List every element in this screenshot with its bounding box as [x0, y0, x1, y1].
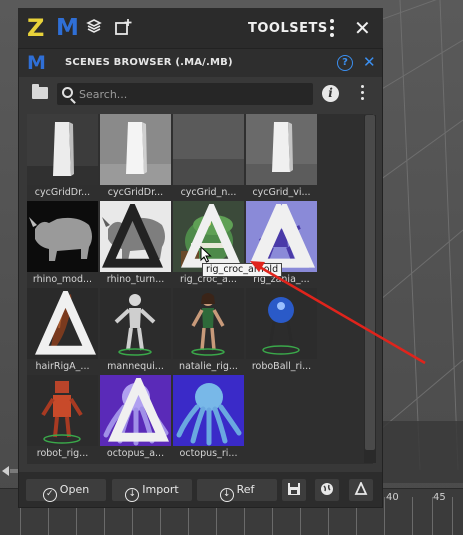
- scene-label: cycGridDr...: [34, 187, 91, 198]
- toolsets-bar: Z M TOOLSETS ✕: [18, 8, 383, 48]
- bottom-toolbar: ✓ Open ↓ Import ↓ Ref: [19, 472, 382, 507]
- scrollbar-thumb[interactable]: [365, 115, 375, 450]
- scene-label: cycGridDr...: [107, 187, 164, 198]
- scene-label: natalie_rig...: [179, 361, 238, 372]
- scene-label: octopus_ri...: [179, 448, 238, 459]
- scene-thumbnail[interactable]: [27, 201, 98, 272]
- scene-thumbnail[interactable]: [27, 288, 98, 359]
- more-vert-icon[interactable]: [328, 19, 336, 39]
- new-window-icon[interactable]: [113, 18, 133, 38]
- import-button-label: Import: [142, 483, 179, 496]
- ref-button-label: Ref: [236, 483, 255, 496]
- scene-label: cycGrid_n...: [180, 187, 237, 198]
- tile-tooltip: rig_croc_arnold: [202, 263, 283, 277]
- check-circle-icon: ✓: [42, 488, 57, 502]
- import-button[interactable]: ↓ Import: [112, 479, 192, 502]
- timeline-left-arrow[interactable]: [2, 466, 9, 476]
- browser-title: SCENES BROWSER (.MA/.MB): [65, 57, 233, 68]
- scene-thumbnail[interactable]: [100, 375, 171, 446]
- scene-tile[interactable]: mannequi...: [100, 288, 171, 373]
- more-vert-icon[interactable]: [359, 85, 365, 103]
- arnold-button[interactable]: [349, 479, 373, 501]
- scene-label: rhino_turn...: [106, 274, 165, 285]
- close-icon[interactable]: ✕: [363, 53, 376, 71]
- open-button-label: Open: [59, 483, 90, 496]
- info-icon[interactable]: i: [322, 85, 339, 102]
- search-box[interactable]: [57, 83, 313, 105]
- scene-label: roboBall_ri...: [251, 361, 312, 372]
- scene-tile[interactable]: cycGridDr...: [100, 114, 171, 199]
- scene-thumbnail[interactable]: [173, 375, 244, 446]
- scene-thumbnail[interactable]: [100, 114, 171, 185]
- scene-thumbnail[interactable]: [246, 288, 317, 359]
- save-button[interactable]: [282, 479, 306, 501]
- search-icon: [62, 87, 73, 98]
- scene-tile[interactable]: rhino_mod...: [27, 201, 98, 286]
- scene-thumbnail[interactable]: [173, 288, 244, 359]
- arnold-icon: [35, 291, 96, 355]
- globe-button[interactable]: [315, 479, 339, 501]
- browser-header: M SCENES BROWSER (.MA/.MB) ? ✕: [19, 49, 382, 77]
- shelf-icon[interactable]: [84, 18, 104, 38]
- toolsets-title: TOOLSETS: [248, 21, 328, 36]
- maya-m-logo[interactable]: M: [56, 16, 79, 40]
- maya-m-logo: M: [27, 52, 46, 74]
- open-button[interactable]: ✓ Open: [26, 479, 106, 502]
- scene-label: mannequi...: [107, 361, 164, 372]
- globe-icon: [321, 483, 333, 495]
- mouse-cursor: [200, 246, 212, 263]
- scene-label: hairRigA_...: [35, 361, 90, 372]
- ref-button[interactable]: ↓ Ref: [197, 479, 277, 502]
- timeline-tick-45: 45: [433, 492, 446, 503]
- arrow-down-circle-icon: ↓: [219, 488, 234, 502]
- arrow-down-circle-icon: ↓: [125, 488, 140, 502]
- scene-label: rhino_mod...: [32, 274, 93, 285]
- arnold-icon: [108, 378, 169, 442]
- scene-tile[interactable]: hairRigA_...: [27, 288, 98, 373]
- folder-icon[interactable]: [32, 84, 48, 99]
- scene-label: robot_rig...: [36, 448, 89, 459]
- search-input[interactable]: [79, 86, 304, 102]
- scene-tile[interactable]: natalie_rig...: [173, 288, 244, 373]
- scene-tile[interactable]: octopus_ri...: [173, 375, 244, 460]
- grid-scrollbar[interactable]: [364, 115, 376, 463]
- scene-thumbnail[interactable]: [246, 201, 317, 272]
- scene-tile[interactable]: octopus_a...: [100, 375, 171, 460]
- scene-thumbnail[interactable]: [27, 114, 98, 185]
- timeline-tick-40: 40: [386, 492, 399, 503]
- scene-thumbnail[interactable]: [100, 201, 171, 272]
- scene-thumbnail[interactable]: [100, 288, 171, 359]
- scene-tile[interactable]: robot_rig...: [27, 375, 98, 460]
- scenes-browser: M SCENES BROWSER (.MA/.MB) ? ✕ i cycGrid…: [18, 48, 383, 508]
- help-icon[interactable]: ?: [337, 55, 353, 71]
- save-icon: [288, 483, 300, 495]
- scene-tile[interactable]: roboBall_ri...: [246, 288, 317, 373]
- scene-tile[interactable]: cycGridDr...: [27, 114, 98, 199]
- arnold-icon: [354, 480, 368, 495]
- close-icon[interactable]: ✕: [354, 16, 371, 40]
- scene-thumbnail[interactable]: [246, 114, 317, 185]
- scene-label: octopus_a...: [106, 448, 165, 459]
- arnold-icon: [102, 204, 163, 268]
- arnold-icon: [248, 204, 309, 268]
- scene-tile[interactable]: cycGrid_vi...: [246, 114, 317, 199]
- scene-thumbnail[interactable]: [27, 375, 98, 446]
- zoo-z-logo[interactable]: Z: [27, 16, 44, 40]
- scene-label: cycGrid_vi...: [252, 187, 311, 198]
- viewport-grid: [380, 0, 463, 470]
- scene-thumbnail[interactable]: [173, 114, 244, 185]
- scene-tile[interactable]: cycGrid_n...: [173, 114, 244, 199]
- scene-tile[interactable]: rhino_turn...: [100, 201, 171, 286]
